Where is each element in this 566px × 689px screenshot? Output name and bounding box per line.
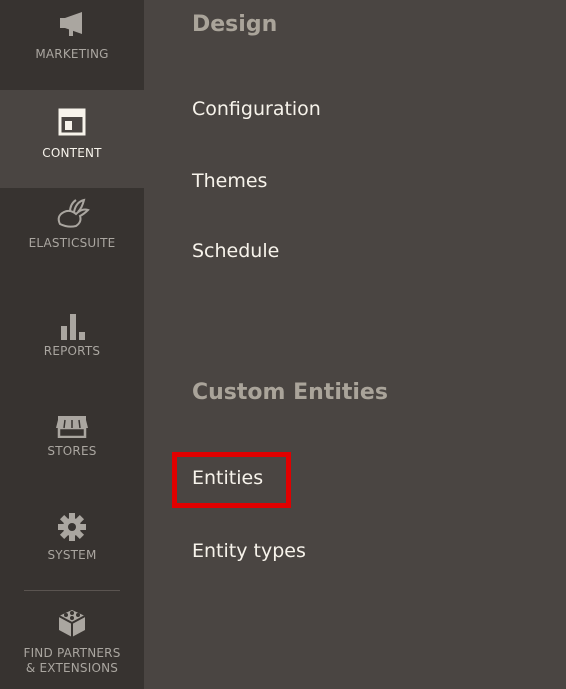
menu-link-configuration[interactable]: Configuration (192, 98, 321, 120)
sidebar-item-label: ELASTICSUITE (28, 236, 116, 250)
cubes-icon (58, 610, 86, 637)
storefront-icon (56, 416, 88, 438)
admin-sidebar: MARKETING CONTENT ELASTICSUITE REPORTS S… (0, 0, 144, 689)
gear-icon (58, 513, 86, 541)
sidebar-item-marketing[interactable]: MARKETING (0, 0, 144, 90)
menu-link-schedule[interactable]: Schedule (192, 240, 279, 262)
menu-link-themes[interactable]: Themes (192, 170, 267, 192)
sidebar-item-content[interactable]: CONTENT (0, 90, 144, 188)
sidebar-item-label: CONTENT (42, 146, 102, 160)
sidebar-item-label: FIND PARTNERS & EXTENSIONS (23, 646, 121, 675)
sidebar-item-label: STORES (47, 444, 97, 458)
menu-link-entity-types[interactable]: Entity types (192, 540, 306, 562)
sidebar-divider (24, 590, 120, 591)
menu-link-entities[interactable]: Entities (192, 467, 263, 489)
layout-icon (58, 108, 86, 136)
rabbit-icon (57, 198, 90, 228)
sidebar-item-label: MARKETING (35, 47, 109, 61)
sidebar-item-label: REPORTS (43, 344, 101, 358)
sidebar-item-label: SYSTEM (47, 548, 97, 562)
content-submenu-panel: Design Configuration Themes Schedule Cus… (144, 0, 566, 689)
sidebar-item-elasticsuite[interactable]: ELASTICSUITE (0, 188, 144, 288)
section-title-custom-entities: Custom Entities (192, 380, 388, 405)
sidebar-item-reports[interactable]: REPORTS (0, 288, 144, 386)
megaphone-icon (60, 12, 82, 36)
sidebar-item-find-partners[interactable]: FIND PARTNERS & EXTENSIONS (0, 596, 144, 689)
sidebar-item-stores[interactable]: STORES (0, 386, 144, 486)
section-title-design: Design (192, 12, 278, 37)
sidebar-item-system[interactable]: SYSTEM (0, 486, 144, 586)
bar-chart-icon (61, 314, 85, 340)
